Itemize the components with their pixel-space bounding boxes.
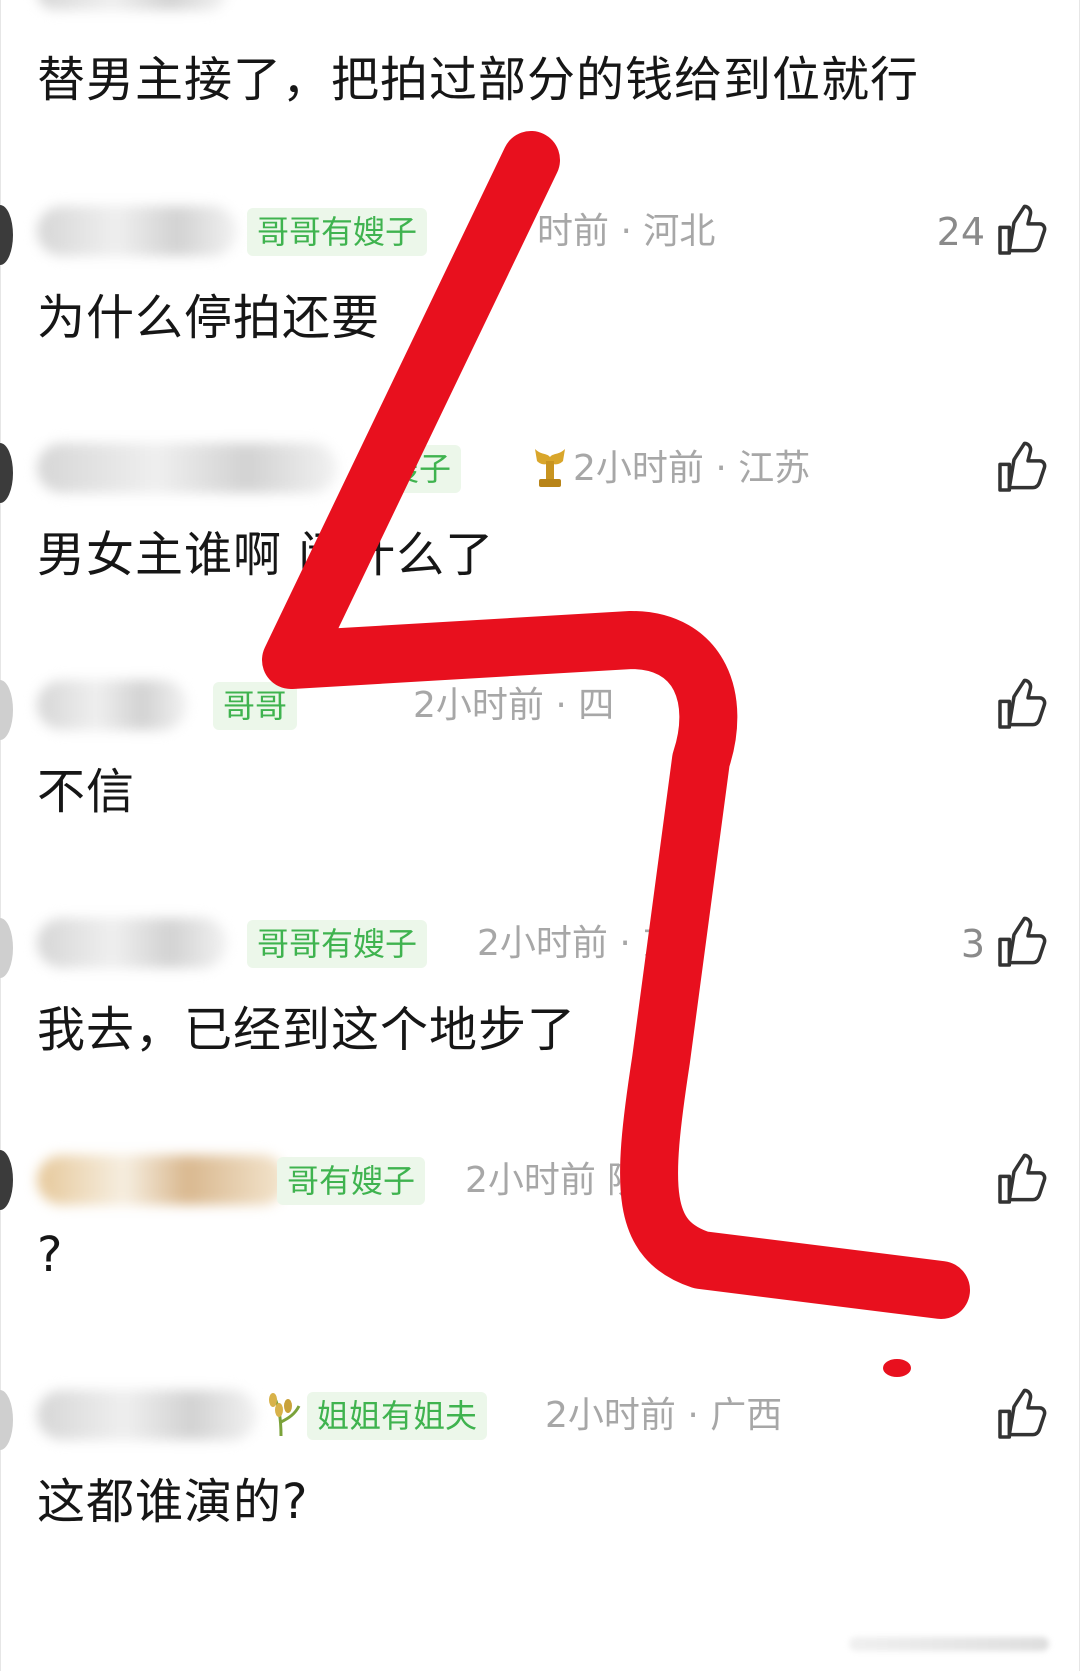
username-blurred[interactable] bbox=[37, 1155, 287, 1205]
avatar[interactable] bbox=[0, 205, 13, 265]
username-blurred[interactable] bbox=[37, 918, 227, 968]
fan-badge: 哥哥有嫂子 bbox=[247, 920, 428, 968]
rice-plant-icon bbox=[269, 1393, 301, 1437]
comment-meta: 哥哥 2小时前 · 四 bbox=[37, 672, 1067, 736]
cut-off-meta-row bbox=[37, 0, 1037, 22]
username-blurred[interactable] bbox=[37, 206, 237, 256]
fan-badge: 哥哥 bbox=[213, 682, 298, 730]
time-location: 时前 · 河北 bbox=[537, 211, 716, 252]
comment-text[interactable]: 我去，已经到这个地步了 bbox=[37, 990, 576, 1060]
fan-badge: 哥哥有嫂子 bbox=[247, 208, 428, 256]
like-button[interactable] bbox=[985, 1386, 1049, 1446]
fan-badge: 姐姐有姐夫 bbox=[307, 1392, 488, 1440]
comment-meta: 哥哥有嫂子 时前 · 河北 24 bbox=[37, 198, 1067, 262]
comment-list: 替男主接了，把拍过部分的钱给到位就行 哥哥有嫂子 时前 · 河北 24 为什么停… bbox=[0, 0, 1080, 1671]
avatar[interactable] bbox=[0, 1390, 13, 1450]
comment-text[interactable]: 为什么停拍还要 bbox=[37, 278, 380, 348]
like-button[interactable] bbox=[985, 1151, 1049, 1211]
comment-meta: 嫂子 2小时前 · 江苏 bbox=[37, 435, 1067, 499]
time-location: 2小时前 · 四 bbox=[413, 685, 615, 726]
time-location: 2小时前 陕西 bbox=[465, 1160, 680, 1201]
thumbs-up-icon bbox=[998, 441, 1047, 492]
comment-text[interactable]: 男女主谁啊 闹什么了 bbox=[37, 515, 494, 585]
fan-badge: 嫂子 bbox=[377, 445, 462, 493]
thumbs-up-icon bbox=[998, 1388, 1047, 1439]
thumbs-up-icon bbox=[998, 678, 1047, 729]
avatar[interactable] bbox=[0, 680, 13, 740]
like-button[interactable] bbox=[985, 439, 1049, 499]
comment-meta: 哥有嫂子 2小时前 陕西 bbox=[37, 1147, 1067, 1211]
like-button[interactable] bbox=[985, 676, 1049, 736]
thumbs-up-icon bbox=[998, 1153, 1047, 1204]
fan-badge: 哥有嫂子 bbox=[277, 1157, 426, 1205]
username-blurred[interactable] bbox=[37, 680, 187, 730]
comment-meta: 哥哥有嫂子 2小时前 · 东 3 bbox=[37, 910, 1067, 974]
comment-text[interactable]: ? bbox=[37, 1227, 63, 1283]
time-location: 2小时前 · 江苏 bbox=[573, 448, 811, 489]
username-blurred[interactable] bbox=[37, 1390, 257, 1440]
time-location: 2小时前 · 广西 bbox=[545, 1395, 783, 1436]
like-count: 3 bbox=[960, 922, 985, 966]
time-location: 2小时前 · 东 bbox=[477, 923, 679, 964]
trophy-icon bbox=[535, 449, 565, 487]
comment-text[interactable]: 这都谁演的? bbox=[37, 1462, 308, 1532]
like-count: 24 bbox=[936, 210, 985, 254]
avatar[interactable] bbox=[0, 443, 13, 503]
like-button[interactable]: 24 bbox=[937, 202, 1049, 262]
bottom-blur-artifact bbox=[849, 1637, 1049, 1651]
comment-text[interactable]: 不信 bbox=[37, 752, 135, 822]
username-blurred bbox=[37, 0, 227, 10]
comment-text[interactable]: 替男主接了，把拍过部分的钱给到位就行 bbox=[37, 40, 919, 110]
thumbs-up-icon bbox=[998, 916, 1047, 967]
thumbs-up-icon bbox=[998, 204, 1047, 255]
username-blurred[interactable] bbox=[37, 443, 337, 493]
avatar[interactable] bbox=[0, 918, 13, 978]
comment-meta: 姐姐有姐夫 2小时前 · 广西 bbox=[37, 1382, 1067, 1446]
avatar[interactable] bbox=[0, 1150, 13, 1210]
like-button[interactable]: 3 bbox=[961, 914, 1049, 974]
